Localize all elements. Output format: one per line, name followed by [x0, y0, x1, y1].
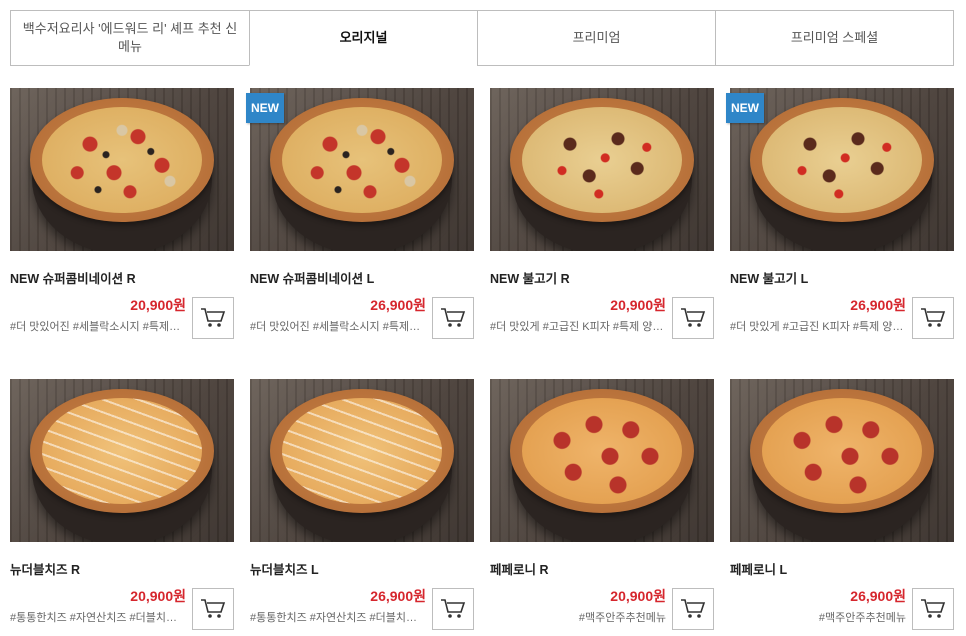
- tab-chef-recommend[interactable]: 백수저요리사 '에드워드 리' 셰프 추천 신메뉴: [10, 10, 249, 66]
- product-name[interactable]: 페페로니 L: [730, 559, 787, 578]
- product-image[interactable]: [250, 379, 474, 542]
- product-card[interactable]: 페페로니 L 26,900원 #맥주안주추천메뉴: [730, 379, 954, 630]
- add-to-cart-button[interactable]: [672, 588, 714, 630]
- add-to-cart-button[interactable]: [192, 588, 234, 630]
- product-image[interactable]: [490, 379, 714, 542]
- product-tags: #통통한치즈 #자연산치즈 #더블치즈피자: [10, 612, 186, 624]
- cart-icon: [201, 308, 226, 327]
- product-card[interactable]: 뉴더블치즈 R 20,900원 #통통한치즈 #자연산치즈 #더블치즈피자: [10, 379, 234, 630]
- product-image[interactable]: [490, 88, 714, 251]
- product-image[interactable]: [10, 88, 234, 251]
- cart-icon: [681, 308, 706, 327]
- product-card[interactable]: NEW 불고기 R 20,900원 #더 맛있게 #고급진 K피자 #특제 양념…: [490, 88, 714, 339]
- product-card[interactable]: 페페로니 R 20,900원 #맥주안주추천메뉴: [490, 379, 714, 630]
- tab-premium[interactable]: 프리미엄: [477, 10, 715, 66]
- cart-icon: [921, 308, 946, 327]
- product-tags: #맥주안주추천메뉴: [818, 612, 906, 624]
- product-name[interactable]: NEW 슈퍼콤비네이션 R: [10, 268, 136, 287]
- cart-icon: [921, 599, 946, 618]
- product-name[interactable]: 페페로니 R: [490, 559, 549, 578]
- new-badge: NEW: [726, 93, 764, 123]
- product-tags: #더 맛있어진 #세블락소시지 #특제양념: [10, 321, 186, 333]
- product-card[interactable]: NEW 슈퍼콤비네이션 R 20,900원 #더 맛있어진 #세블락소시지 #특…: [10, 88, 234, 339]
- add-to-cart-button[interactable]: [672, 297, 714, 339]
- cart-icon: [201, 599, 226, 618]
- category-tabs: 백수저요리사 '에드워드 리' 셰프 추천 신메뉴 오리지널 프리미엄 프리미엄…: [10, 10, 954, 66]
- product-image[interactable]: [10, 379, 234, 542]
- product-tags: #맥주안주추천메뉴: [578, 612, 666, 624]
- cart-icon: [681, 599, 706, 618]
- product-price: 26,900원: [370, 297, 426, 313]
- product-tags: #더 맛있어진 #세블락소시지 #특제양념: [250, 321, 426, 333]
- cart-icon: [441, 308, 466, 327]
- product-price: 26,900원: [370, 588, 426, 604]
- add-to-cart-button[interactable]: [912, 297, 954, 339]
- product-name[interactable]: NEW 슈퍼콤비네이션 L: [250, 268, 374, 287]
- cart-icon: [441, 599, 466, 618]
- product-card[interactable]: 뉴더블치즈 L 26,900원 #통통한치즈 #자연산치즈 #더블치즈피자: [250, 379, 474, 630]
- add-to-cart-button[interactable]: [192, 297, 234, 339]
- product-tags: #통통한치즈 #자연산치즈 #더블치즈피자: [250, 612, 426, 624]
- product-price: 20,900원: [130, 297, 186, 313]
- product-price: 26,900원: [850, 297, 906, 313]
- tab-premium-special[interactable]: 프리미엄 스페셜: [715, 10, 954, 66]
- product-card[interactable]: NEW NEW 불고기 L 26,900원 #더 맛있게 #고급진 K피자 #특…: [726, 88, 954, 339]
- product-price: 26,900원: [850, 588, 906, 604]
- product-tags: #더 맛있게 #고급진 K피자 #특제 양념소스: [490, 321, 666, 333]
- product-card[interactable]: NEW NEW 슈퍼콤비네이션 L 26,900원 #더 맛있어진 #세블락소시…: [246, 88, 474, 339]
- tab-original[interactable]: 오리지널: [249, 10, 477, 66]
- add-to-cart-button[interactable]: [432, 297, 474, 339]
- product-name[interactable]: 뉴더블치즈 L: [250, 559, 319, 578]
- product-name[interactable]: NEW 불고기 R: [490, 268, 570, 287]
- product-price: 20,900원: [610, 588, 666, 604]
- product-name[interactable]: NEW 불고기 L: [730, 268, 808, 287]
- add-to-cart-button[interactable]: [912, 588, 954, 630]
- product-name[interactable]: 뉴더블치즈 R: [10, 559, 80, 578]
- new-badge: NEW: [246, 93, 284, 123]
- product-price: 20,900원: [610, 297, 666, 313]
- add-to-cart-button[interactable]: [432, 588, 474, 630]
- product-tags: #더 맛있게 #고급진 K피자 #특제 양념소스: [730, 321, 906, 333]
- product-price: 20,900원: [130, 588, 186, 604]
- product-image[interactable]: [730, 379, 954, 542]
